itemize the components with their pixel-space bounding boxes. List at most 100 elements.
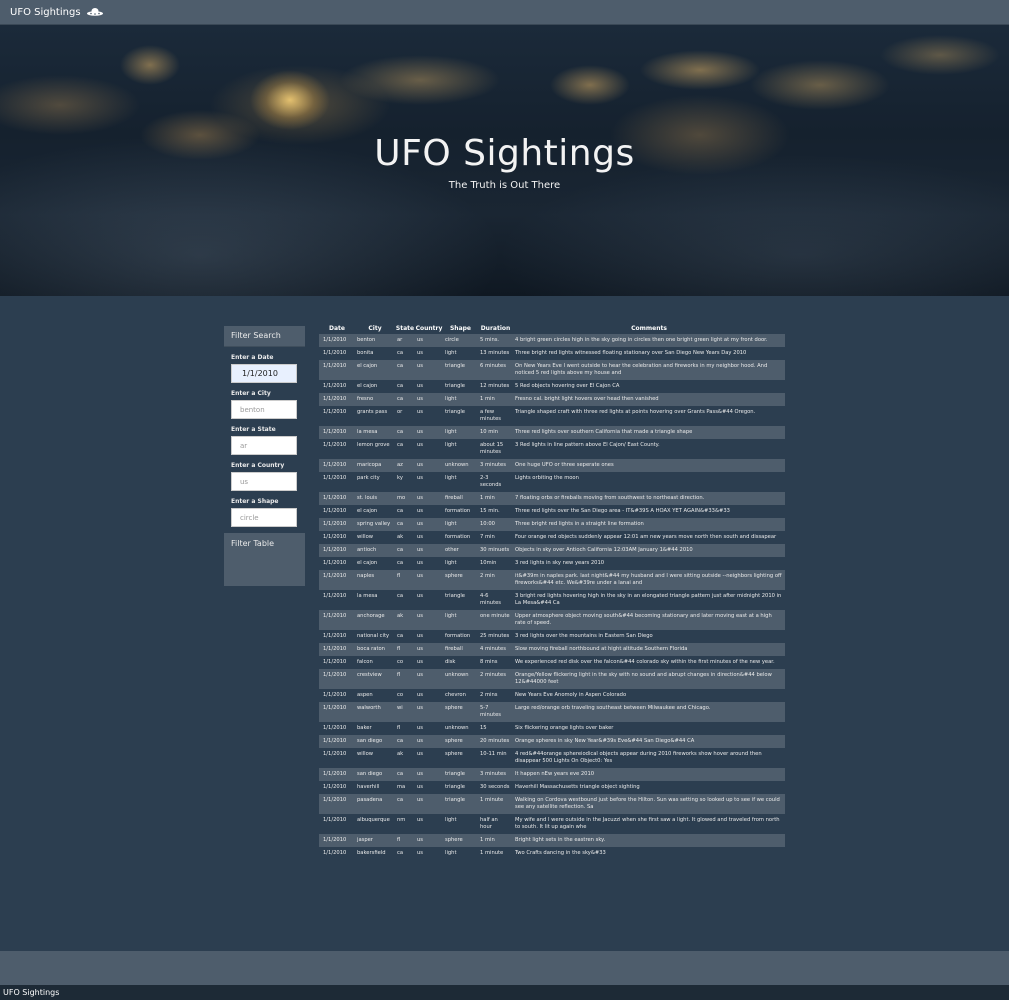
table-cell-duration: 5 mins.: [478, 334, 513, 347]
table-cell-state: fl: [395, 643, 415, 656]
table-cell-shape: light: [445, 475, 457, 481]
table-cell-comments: Fresno cal. bright light hovers over hea…: [513, 393, 785, 406]
table-cell-duration: 1 min: [478, 393, 513, 406]
filter-list: Enter a Date 1/1/2010 Enter a City bento…: [224, 347, 305, 533]
table-cell-country: us: [415, 360, 443, 380]
table-cell-date: 1/1/2010: [323, 725, 347, 731]
table-cell-shape: triangle: [445, 784, 466, 790]
table-cell-duration: 2-3 seconds: [480, 475, 502, 488]
table-cell-shape: light: [443, 610, 478, 630]
table-cell-duration: 1 minute: [480, 850, 504, 856]
table-cell-date: 1/1/2010: [323, 560, 347, 566]
table-cell-city: fresno: [355, 393, 395, 406]
table-cell-city: walworth: [355, 702, 395, 722]
table-cell-state: ca: [397, 350, 404, 356]
table-cell-country: us: [417, 593, 423, 599]
table-row: 1/1/2010 el cajon ca us triangle 6 minutes On …: [319, 360, 785, 380]
table-cell-city: spring valley: [355, 518, 395, 531]
table-cell-duration: half an hour: [480, 817, 498, 830]
table-cell-state: ca: [397, 383, 404, 389]
table-cell-shape: triangle: [445, 409, 466, 415]
ufo-table-container: Date City State Country Shape Duration C…: [319, 322, 785, 860]
table-cell-shape: triangle: [445, 383, 466, 389]
filter-country: Enter a Country us: [231, 455, 298, 491]
table-cell-date: 1/1/2010: [319, 610, 355, 630]
table-cell-duration: 10min: [480, 560, 497, 566]
table-cell-country: us: [415, 610, 443, 630]
table-cell-country: us: [415, 834, 443, 847]
country-input[interactable]: us: [231, 472, 297, 491]
shape-input[interactable]: circle: [231, 508, 297, 527]
table-cell-date: 1/1/2010: [323, 442, 347, 448]
table-row: 1/1/2010 jasper fl us sphere 1 min Bright ligh…: [319, 834, 785, 847]
table-cell-state: ma: [397, 784, 406, 790]
hero-title: UFO Sightings: [374, 133, 635, 174]
table-cell-duration: 10 min: [478, 426, 513, 439]
table-cell-city: st. louis: [355, 492, 395, 505]
table-cell-shape: chevron: [445, 692, 466, 698]
table-cell-shape: formation: [445, 633, 471, 639]
table-cell-shape: light: [445, 817, 457, 823]
table-cell-state: fl: [397, 725, 401, 731]
table-cell-comments: Three red lights over southern Californi…: [513, 426, 785, 439]
table-cell-duration: one minute: [478, 610, 513, 630]
table-cell-country: us: [415, 393, 443, 406]
table-cell-comments: Upper atmosphere object moving south&#44…: [513, 610, 785, 630]
table-cell-comments: Two Crafts dancing in the sky&#33: [515, 850, 606, 856]
table-cell-date: 1/1/2010: [323, 475, 347, 481]
table-cell-state: fl: [395, 570, 415, 590]
table-cell-date: 1/1/2010: [323, 383, 347, 389]
brand-link[interactable]: UFO Sightings: [10, 7, 104, 18]
table-cell-city: boca raton: [355, 643, 395, 656]
table-cell-country: us: [415, 570, 443, 590]
table-cell-city: jasper: [355, 834, 395, 847]
table-cell-comments: We experienced red disk over the falcon&…: [515, 659, 775, 665]
table-cell-shape: unknown: [443, 459, 478, 472]
table-cell-country: us: [417, 383, 423, 389]
table-cell-state: co: [397, 692, 404, 698]
table-row: 1/1/2010 la mesa ca us triangle 4-6 minutes 3 …: [319, 590, 785, 610]
table-cell-country: us: [417, 817, 423, 823]
table-cell-shape: unknown: [443, 669, 478, 689]
table-cell-city: el cajon: [357, 508, 378, 514]
table-cell-state: wi: [395, 702, 415, 722]
table-cell-comments: 4 red&#44orange sphereiodical objects ap…: [515, 751, 762, 764]
filter-city: Enter a City benton: [231, 383, 298, 419]
state-input[interactable]: ar: [231, 436, 297, 455]
table-cell-date: 1/1/2010: [319, 570, 355, 590]
table-body: 1/1/2010 benton ar us circle 5 mins. 4 bright …: [319, 334, 785, 860]
table-row: 1/1/2010 haverhill ma us triangle 30 seconds H…: [319, 781, 785, 794]
table-cell-duration: 10-11 min: [480, 751, 507, 757]
table-cell-comments: Walking on Cordova westbound just before…: [513, 794, 785, 814]
footer-bar: UFO Sightings: [0, 985, 1009, 1000]
table-cell-date: 1/1/2010: [319, 544, 355, 557]
table-cell-country: us: [415, 426, 443, 439]
table-row: 1/1/2010 willow ak us sphere 10-11 min 4 red&#…: [319, 748, 785, 768]
table-cell-duration: 7 min: [480, 534, 495, 540]
table-cell-date: 1/1/2010: [319, 834, 355, 847]
table-cell-city: antioch: [355, 544, 395, 557]
filter-date-label: Enter a Date: [231, 354, 274, 361]
table-cell-shape: light: [445, 442, 457, 448]
table-cell-shape: unknown: [445, 725, 469, 731]
table-cell-duration: 12 minutes: [480, 383, 510, 389]
table-row: 1/1/2010 naples fl us sphere 2 min it&#39m in …: [319, 570, 785, 590]
table-row: 1/1/2010 el cajon ca us triangle 12 minutes 5 …: [319, 380, 785, 393]
table-cell-state: ca: [395, 393, 415, 406]
table-cell-city: pasadena: [355, 794, 395, 814]
date-input[interactable]: 1/1/2010: [231, 364, 297, 383]
table-cell-country: us: [417, 560, 423, 566]
table-cell-duration: 6 minutes: [478, 360, 513, 380]
table-cell-duration: 13 minutes: [480, 350, 510, 356]
table-cell-comments: My wife and I were outside in the Jacuzz…: [515, 817, 780, 830]
table-cell-state: ca: [397, 508, 404, 514]
table-cell-comments: it&#39m in naples park. last night&#44 m…: [513, 570, 785, 590]
table-cell-shape: fireball: [443, 643, 478, 656]
city-input[interactable]: benton: [231, 400, 297, 419]
filter-table-button[interactable]: Filter Table: [224, 533, 305, 555]
table-cell-date: 1/1/2010: [323, 850, 347, 856]
table-cell-shape: sphere: [443, 702, 478, 722]
table-row: 1/1/2010 fresno ca us light 1 min Fresno cal. …: [319, 393, 785, 406]
table-cell-comments: 3 red lights over the mountains in Easte…: [515, 633, 653, 639]
table-cell-duration: 4-6 minutes: [480, 593, 501, 606]
